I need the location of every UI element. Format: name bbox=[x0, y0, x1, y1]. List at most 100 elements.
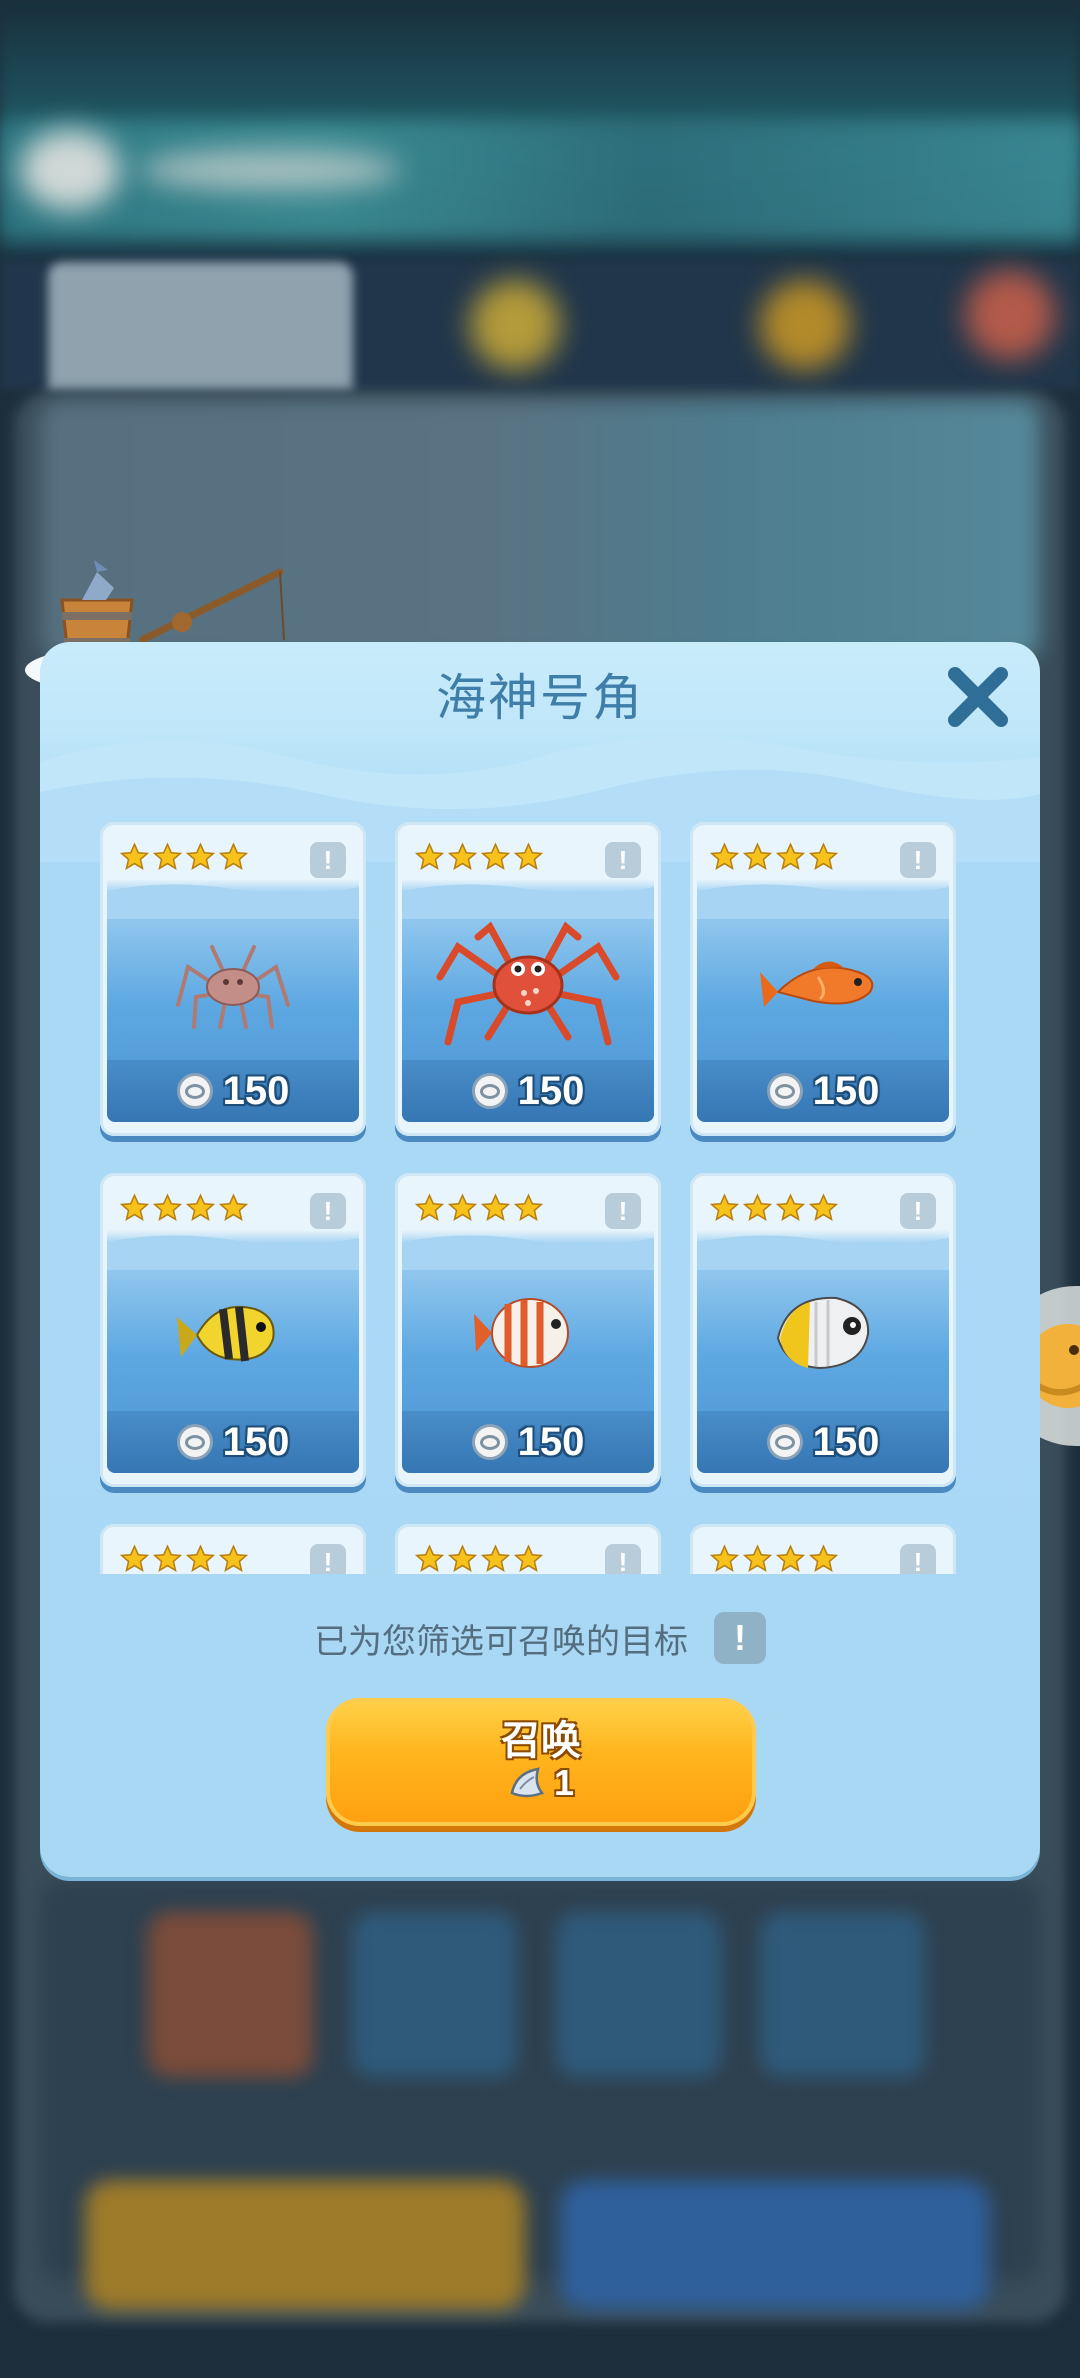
star-icon bbox=[480, 842, 511, 870]
filter-hint-text: 已为您筛选可召唤的目标 bbox=[314, 1622, 688, 1661]
card-info-icon[interactable]: ! bbox=[900, 1193, 936, 1229]
star-icon bbox=[119, 1193, 150, 1221]
star-icon bbox=[447, 1544, 478, 1572]
rarity-stars bbox=[119, 842, 249, 873]
star-icon bbox=[152, 842, 183, 870]
star-icon bbox=[119, 1544, 150, 1572]
star-icon bbox=[414, 1544, 445, 1572]
star-icon bbox=[513, 842, 544, 870]
star-icon bbox=[185, 1544, 216, 1572]
price-bar: 150 bbox=[107, 1411, 359, 1473]
star-icon bbox=[480, 1544, 511, 1572]
price-bar: 150 bbox=[402, 1411, 654, 1473]
close-icon bbox=[948, 667, 1008, 727]
star-icon bbox=[119, 842, 150, 870]
shell-coin-icon bbox=[471, 1424, 508, 1460]
shell-coin-icon bbox=[176, 1073, 213, 1109]
star-icon bbox=[742, 842, 773, 870]
creature-card[interactable]: ! bbox=[690, 1524, 956, 1574]
rarity-stars bbox=[414, 1544, 544, 1574]
star-icon bbox=[513, 1544, 544, 1572]
shell-coin-icon bbox=[471, 1073, 508, 1109]
rarity-stars bbox=[709, 842, 839, 873]
dialog-title: 海神号角 bbox=[436, 670, 644, 726]
star-icon bbox=[775, 842, 806, 870]
creature-card[interactable]: ! bbox=[100, 1524, 366, 1574]
creature-grid[interactable]: ! 150! 150! 150! 150! 150! 150!!! bbox=[100, 822, 980, 1574]
star-icon bbox=[414, 1193, 445, 1221]
star-icon bbox=[808, 1544, 839, 1572]
price-value: 150 bbox=[517, 1068, 585, 1113]
price-bar: 150 bbox=[107, 1060, 359, 1122]
card-info-icon[interactable]: ! bbox=[310, 1544, 346, 1574]
price-value: 150 bbox=[517, 1419, 585, 1464]
star-icon bbox=[709, 842, 740, 870]
butterflyfish-icon bbox=[697, 1258, 949, 1408]
price-bar: 150 bbox=[402, 1060, 654, 1122]
shell-coin-icon bbox=[176, 1424, 213, 1460]
star-icon bbox=[218, 1544, 249, 1572]
star-icon bbox=[742, 1193, 773, 1221]
rarity-stars bbox=[414, 1193, 544, 1224]
star-icon bbox=[185, 842, 216, 870]
creature-card[interactable]: ! 150 bbox=[100, 822, 366, 1136]
filter-hint-row: 已为您筛选可召唤的目标 ! bbox=[40, 1612, 1040, 1664]
summon-dialog: 海神号角 ! 150! 150! 150! 150! 150! 150!!! 已为您筛选可召… bbox=[40, 642, 1040, 1877]
price-value: 150 bbox=[222, 1068, 290, 1113]
star-icon bbox=[742, 1544, 773, 1572]
price-bar: 150 bbox=[697, 1411, 949, 1473]
star-icon bbox=[152, 1193, 183, 1221]
price-value: 150 bbox=[812, 1068, 880, 1113]
creature-card[interactable]: ! bbox=[395, 1524, 661, 1574]
star-icon bbox=[709, 1544, 740, 1572]
star-icon bbox=[218, 1193, 249, 1221]
summon-label: 召唤 bbox=[501, 1719, 581, 1763]
star-icon bbox=[775, 1544, 806, 1572]
shell-coin-icon bbox=[766, 1073, 803, 1109]
creature-card[interactable]: ! 150 bbox=[395, 822, 661, 1136]
close-button[interactable] bbox=[943, 662, 1013, 732]
star-icon bbox=[218, 842, 249, 870]
creature-card[interactable]: ! 150 bbox=[100, 1173, 366, 1487]
striped-red-fish-icon bbox=[402, 1258, 654, 1408]
star-icon bbox=[480, 1193, 511, 1221]
orange-fish-icon bbox=[697, 907, 949, 1057]
creature-card[interactable]: ! 150 bbox=[690, 1173, 956, 1487]
rarity-stars bbox=[119, 1544, 249, 1574]
card-info-icon[interactable]: ! bbox=[900, 1544, 936, 1574]
star-icon bbox=[414, 842, 445, 870]
card-info-icon[interactable]: ! bbox=[900, 842, 936, 878]
star-icon bbox=[709, 1193, 740, 1221]
card-info-icon[interactable]: ! bbox=[605, 1193, 641, 1229]
star-icon bbox=[808, 842, 839, 870]
star-icon bbox=[185, 1193, 216, 1221]
creature-card[interactable]: ! 150 bbox=[395, 1173, 661, 1487]
star-icon bbox=[775, 1193, 806, 1221]
sea-spider-icon bbox=[107, 907, 359, 1057]
shell-coin-icon bbox=[766, 1424, 803, 1460]
summon-button[interactable]: 召唤 1 bbox=[326, 1698, 756, 1826]
star-icon bbox=[447, 1193, 478, 1221]
info-button[interactable]: ! bbox=[714, 1612, 766, 1664]
star-icon bbox=[447, 842, 478, 870]
rarity-stars bbox=[709, 1544, 839, 1574]
red-crab-icon bbox=[402, 907, 654, 1057]
summon-cost: 1 bbox=[326, 1762, 756, 1804]
summon-cost-value: 1 bbox=[553, 1762, 575, 1803]
price-value: 150 bbox=[222, 1419, 290, 1464]
rarity-stars bbox=[119, 1193, 249, 1224]
card-info-icon[interactable]: ! bbox=[605, 842, 641, 878]
card-info-icon[interactable]: ! bbox=[310, 842, 346, 878]
yellow-black-fish-icon bbox=[107, 1258, 359, 1408]
star-icon bbox=[808, 1193, 839, 1221]
star-icon bbox=[513, 1193, 544, 1221]
card-info-icon[interactable]: ! bbox=[605, 1544, 641, 1574]
creature-card[interactable]: ! 150 bbox=[690, 822, 956, 1136]
card-info-icon[interactable]: ! bbox=[310, 1193, 346, 1229]
rarity-stars bbox=[709, 1193, 839, 1224]
price-value: 150 bbox=[812, 1419, 880, 1464]
conch-horn-icon bbox=[510, 1767, 545, 1798]
rarity-stars bbox=[414, 842, 544, 873]
star-icon bbox=[152, 1544, 183, 1572]
price-bar: 150 bbox=[697, 1060, 949, 1122]
